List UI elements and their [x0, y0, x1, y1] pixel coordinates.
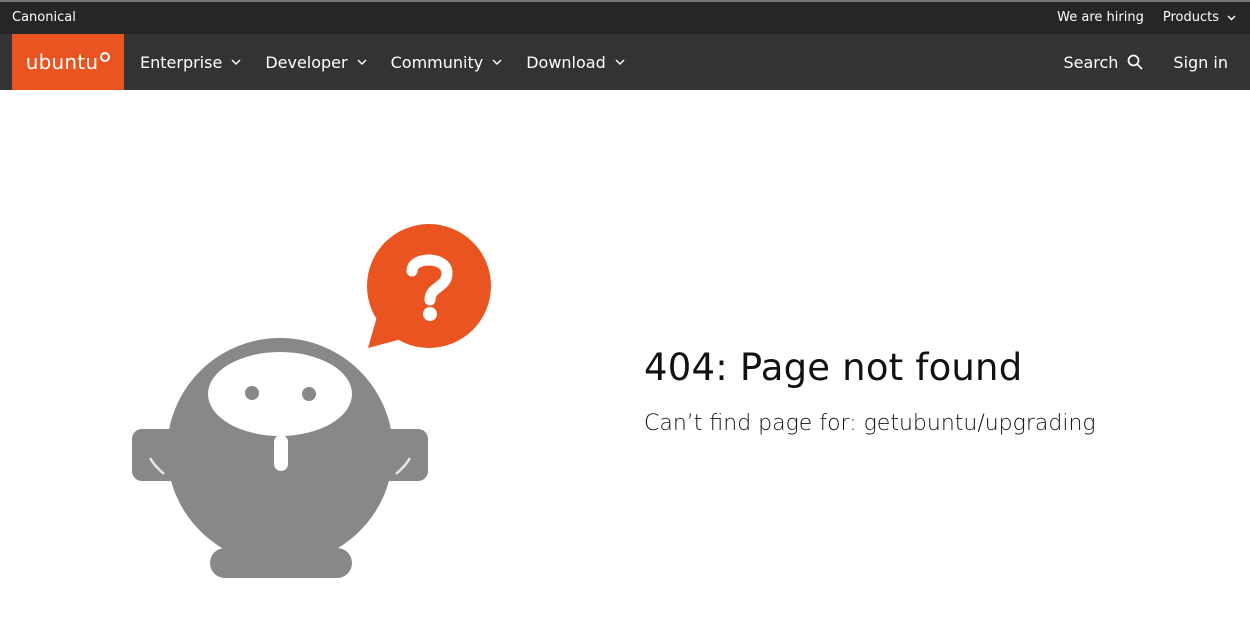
nav-item-label: Community — [390, 52, 484, 72]
chevron-down-icon — [615, 59, 625, 65]
nav-item-download[interactable]: Download — [526, 53, 625, 72]
chevron-down-icon — [1227, 10, 1236, 25]
meta-bar-right: We are hiring Products — [1057, 10, 1236, 25]
ubuntu-logo-link[interactable]: ubuntu — [12, 34, 124, 90]
we-are-hiring-link[interactable]: We are hiring — [1057, 10, 1144, 25]
chevron-down-icon — [231, 59, 241, 65]
nav-right: Search Sign in — [1063, 34, 1228, 90]
nav-item-label: Developer — [265, 52, 348, 72]
chevron-down-icon — [357, 59, 367, 65]
search-icon — [1127, 54, 1144, 70]
nav-item-community[interactable]: Community — [391, 53, 503, 72]
sign-in-link[interactable]: Sign in — [1173, 53, 1228, 72]
confused-mascot-illustration — [132, 224, 491, 578]
ubuntu-logo-text: ubuntu — [25, 50, 99, 74]
search-button[interactable]: Search — [1063, 52, 1144, 72]
page-title: 404: Page not found — [644, 346, 1023, 389]
canonical-meta-bar: Canonical We are hiring Products — [0, 0, 1250, 34]
products-label: Products — [1162, 10, 1219, 25]
error-message-block: 404: Page not found Can’t find page for:… — [644, 346, 1096, 436]
error-message: Can’t find page for: getubuntu/upgrading — [644, 411, 1096, 436]
nav-item-enterprise[interactable]: Enterprise — [140, 53, 241, 72]
nav-menu: Enterprise Developer Community Download — [140, 34, 649, 90]
main-navigation: ubuntu Enterprise Developer Community Do… — [0, 34, 1250, 90]
search-label: Search — [1063, 52, 1119, 72]
canonical-link[interactable]: Canonical — [12, 10, 76, 25]
nav-item-label: Download — [526, 52, 606, 72]
mascot-body — [132, 338, 428, 578]
nav-item-developer[interactable]: Developer — [265, 52, 367, 72]
nav-item-label: Enterprise — [140, 52, 223, 72]
products-menu-button[interactable]: Products — [1163, 10, 1236, 25]
chevron-down-icon — [492, 59, 502, 65]
question-speech-bubble — [367, 224, 491, 348]
circle-of-friends-icon — [100, 52, 111, 62]
